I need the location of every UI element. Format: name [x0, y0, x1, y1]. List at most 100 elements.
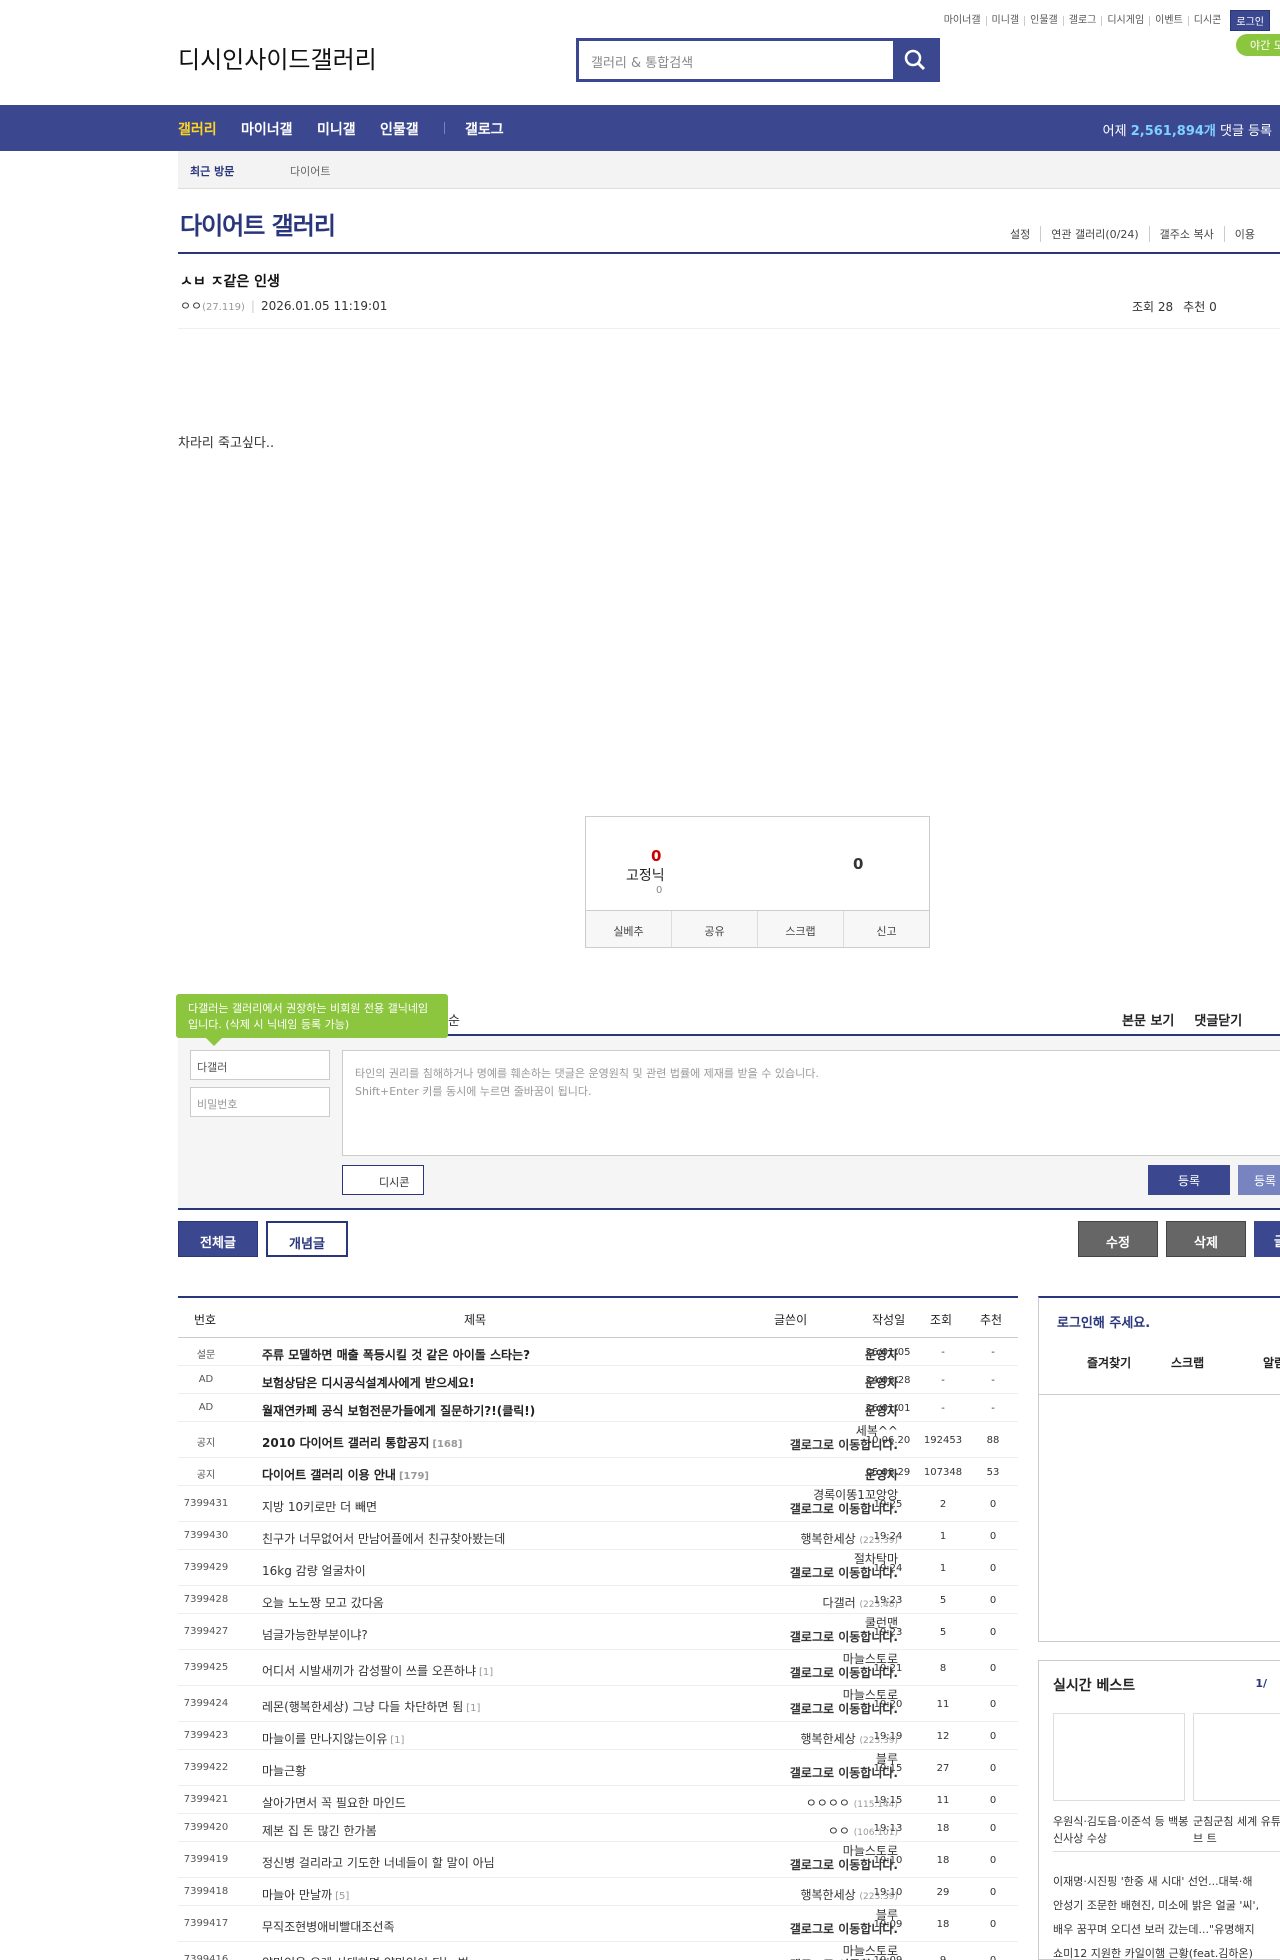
recommend-down-count[interactable]: 0 [853, 855, 863, 873]
best-line-1[interactable]: 이재명·시진핑 '한중 새 시대' 선언...대북·해 [1053, 1873, 1280, 1889]
comment-sort-label[interactable]: 순 [448, 1010, 460, 1029]
row-views: 5 [939, 1627, 947, 1638]
table-row[interactable]: 7399431 지방 10키로만 더 빼면 경록이똥1꼬앙앙 갤로그로 이동합니다. 1… [178, 1486, 1018, 1522]
table-row[interactable]: 7399422 마늘근황 블루 갤로그로 이동합니다. 19:15 27 0 [178, 1750, 1018, 1786]
gnb-person[interactable]: 인물갤 [380, 119, 419, 139]
table-row[interactable]: 공지 다이어트 갤러리 이용 안내 [179] 운영자 05.08.29 107348 53 [178, 1458, 1018, 1486]
realtime-best-page[interactable]: 1/ [1255, 1677, 1267, 1690]
best-caption-2[interactable]: 군침군침 세계 유튜브 트 [1193, 1813, 1280, 1847]
row-date: 19:20 [873, 1699, 903, 1710]
table-row[interactable]: 공지 2010 다이어트 갤러리 통합공지 [168] 세복^^ 갤로그로 이동합니다.… [178, 1422, 1018, 1458]
best-thumbnail-1[interactable] [1053, 1713, 1185, 1801]
post-divider [178, 328, 1280, 329]
report-button[interactable]: 신고 [843, 911, 929, 947]
table-row[interactable]: 7399427 넘글가능한부분이냐? 쿨런맨 갤로그로 이동합니다. 19:23 5 0 [178, 1614, 1018, 1650]
table-row[interactable]: 7399423 마늘이를 만나지않는이유 [1] 행복한세상 (223.39) 19:1… [178, 1722, 1018, 1750]
password-field[interactable]: 비밀번호 [190, 1087, 330, 1117]
concept-posts-button[interactable]: 개념글 [266, 1221, 348, 1257]
ad-image[interactable] [1038, 1394, 1280, 1642]
site-logo[interactable]: 디시인사이드갤러리 [178, 40, 377, 75]
gallery-title[interactable]: 다이어트 갤러리 [180, 206, 336, 241]
scrap-link[interactable]: 스크랩 [1171, 1354, 1204, 1371]
close-comments-link[interactable]: 댓글닫기 [1194, 1014, 1242, 1029]
share-button[interactable]: 공유 [671, 911, 757, 947]
row-views: 1 [939, 1563, 947, 1574]
table-row[interactable]: 7399416양마인을 우레 사대하면 양마인이 되는 법마늘스토로갤로그로 이… [178, 1942, 1018, 1960]
night-mode-button[interactable]: 야간 모드 [1236, 34, 1280, 56]
top-link-dccon[interactable]: 디시콘 [1187, 15, 1227, 26]
alarm-link[interactable]: 알림 [1263, 1354, 1280, 1371]
table-row[interactable]: 7399417 무직조현병애비빨대조선족 블루 갤로그로 이동합니다. 19:09 18 0 [178, 1906, 1018, 1942]
comment-bottom-divider [178, 1208, 1280, 1210]
gallery-menu-settings[interactable]: 설정 [1000, 226, 1040, 242]
row-no: 7399416 [183, 1954, 229, 1960]
table-row[interactable]: 7399418 마늘아 만날까 [5] 행복한세상 (223.39) 19:10 29 0 [178, 1878, 1018, 1906]
comment-notice-2: Shift+Enter 키를 동시에 누르면 줄바꿈이 됩니다. [355, 1085, 592, 1098]
gnb-gallog[interactable]: 갤로그 [465, 119, 504, 139]
reply-count[interactable]: [1] [466, 1703, 480, 1714]
all-posts-button[interactable]: 전체글 [178, 1221, 258, 1257]
view-body-link[interactable]: 본문 보기 [1122, 1014, 1174, 1029]
comment-submit-button[interactable]: 등록 [1148, 1165, 1230, 1195]
table-row[interactable]: AD 월재연카페 공식 보험전문가들에게 질문하기?!(클릭!) 운영자 26/01/… [178, 1394, 1018, 1422]
table-row[interactable]: 7399424 레몬(행복한세상) 그냥 다들 차단하면 됨 [1] 마늘스토로 갤로그… [178, 1686, 1018, 1722]
search-input[interactable]: 갤러리 & 통합검색 [579, 41, 893, 79]
recent-visit-label[interactable]: 최근 방문 [190, 163, 234, 179]
gnb-minor[interactable]: 마이너갤 [241, 119, 293, 139]
gallery-menu-copy[interactable]: 갤주소 복사 [1148, 226, 1224, 242]
top-link-game[interactable]: 디시게임 [1101, 15, 1149, 26]
gnb-mini[interactable]: 미니갤 [317, 119, 356, 139]
delete-button[interactable]: 삭제 [1166, 1221, 1246, 1257]
post-recommend-count: 추천 0 [1183, 300, 1217, 314]
top-link-gallog[interactable]: 갤로그 [1062, 15, 1102, 26]
best-line-2[interactable]: 안성기 조문한 배현진, 미소에 밝은 얼굴 '씨', [1053, 1897, 1280, 1913]
table-row[interactable]: 7399421 살아가면서 꼭 필요한 마인드 ㅇㅇㅇㅇ (115.144) 19:1… [178, 1786, 1018, 1814]
best-recommend-button[interactable]: 실베추 [586, 911, 671, 947]
post-list-header: 번호 제목 글쓴이 작성일 조회 추천 [178, 1296, 1018, 1338]
post-author[interactable]: ㅇㅇ [180, 299, 202, 313]
table-row[interactable]: 7399430 친구가 너무없어서 만남어플에서 친규찾아봤는데 행복한세상 (22… [178, 1522, 1018, 1550]
gallery-menu-related[interactable]: 연관 갤러리(0/24) [1040, 226, 1148, 242]
search-button[interactable] [893, 41, 937, 79]
table-row[interactable]: 7399425 어디서 시발새끼가 감성팔이 쓰를 오픈하냐 [1] 마늘스토로 갤로그… [178, 1650, 1018, 1686]
gallery-menu-use[interactable]: 이용 [1223, 226, 1265, 242]
reply-count[interactable]: [1] [390, 1735, 404, 1746]
best-line-4[interactable]: 쇼미12 지원한 카일이햄 근황(feat.김하온) [1053, 1945, 1280, 1960]
table-row[interactable]: 설문 주류 모델하면 매출 폭등시킬 것 같은 아이돌 스타는? 운영자 26/01/… [178, 1338, 1018, 1366]
nickname-field[interactable]: 다갤러 [190, 1050, 330, 1080]
recent-visit-bar: 최근 방문 다이어트 [178, 151, 1280, 189]
reply-count[interactable]: [179] [399, 1471, 429, 1482]
recent-visit-item[interactable]: 다이어트 [290, 163, 330, 179]
login-prompt[interactable]: 로그인해 주세요. [1057, 1312, 1150, 1331]
gnb-gallery[interactable]: 갤러리 [178, 119, 217, 139]
table-row[interactable]: 7399419 정신병 걸리라고 기도한 너네들이 할 말이 아님 마늘스토로 갤로그… [178, 1842, 1018, 1878]
row-no: 7399430 [183, 1530, 229, 1541]
comment-textarea[interactable]: 타인의 권리를 침해하거나 명예를 훼손하는 댓글은 운영원칙 및 관련 법률에… [342, 1050, 1280, 1156]
table-row[interactable]: 7399429 16kg 감량 얼굴차이 절차탁마 갤로그로 이동합니다. 19:24 1… [178, 1550, 1018, 1586]
top-link-event[interactable]: 이벤트 [1149, 15, 1188, 26]
row-recommend: 0 [989, 1627, 997, 1638]
col-title: 제목 [464, 1313, 487, 1327]
best-line-3[interactable]: 배우 꿈꾸며 오디션 보러 갔는데..."유명해지 [1053, 1921, 1280, 1937]
scrap-button[interactable]: 스크랩 [757, 911, 843, 947]
write-button[interactable]: 글 [1254, 1221, 1280, 1257]
dccon-button[interactable]: 디시콘 [342, 1165, 424, 1195]
table-row[interactable]: 7399420 제본 집 돈 많긴 한가봄 ㅇㅇ (106.101) 19:13 18 0 [178, 1814, 1018, 1842]
reply-count[interactable]: [168] [432, 1439, 462, 1450]
row-recommend: 0 [989, 1563, 997, 1574]
login-button[interactable]: 로그인 [1230, 10, 1270, 31]
row-date: 19:10 [873, 1887, 903, 1898]
comment-submit-recommend-button[interactable]: 등록 [1238, 1165, 1280, 1195]
best-caption-1[interactable]: 우원식·김도읍·이준석 등 백봉신사상 수상 [1053, 1813, 1193, 1847]
edit-button[interactable]: 수정 [1078, 1221, 1158, 1257]
reply-count[interactable]: [5] [335, 1891, 349, 1902]
best-thumbnail-2[interactable] [1193, 1713, 1280, 1801]
top-link-person[interactable]: 인물갤 [1024, 15, 1063, 26]
table-row[interactable]: AD 보험상담은 디시공식설계사에게 받으세요! 운영자 24/08/28- - [178, 1366, 1018, 1394]
top-link-minor[interactable]: 마이너갤 [939, 15, 986, 26]
table-row[interactable]: 7399428 오늘 노노짱 모고 갔다옴 다갤러 (223.48) 19:23 5 0 [178, 1586, 1018, 1614]
top-link-mini[interactable]: 미니갤 [985, 15, 1025, 26]
recommend-up-count[interactable]: 0 [651, 847, 661, 865]
favorites-link[interactable]: 즐겨찾기 [1087, 1354, 1131, 1371]
reply-count[interactable]: [1] [479, 1667, 493, 1678]
